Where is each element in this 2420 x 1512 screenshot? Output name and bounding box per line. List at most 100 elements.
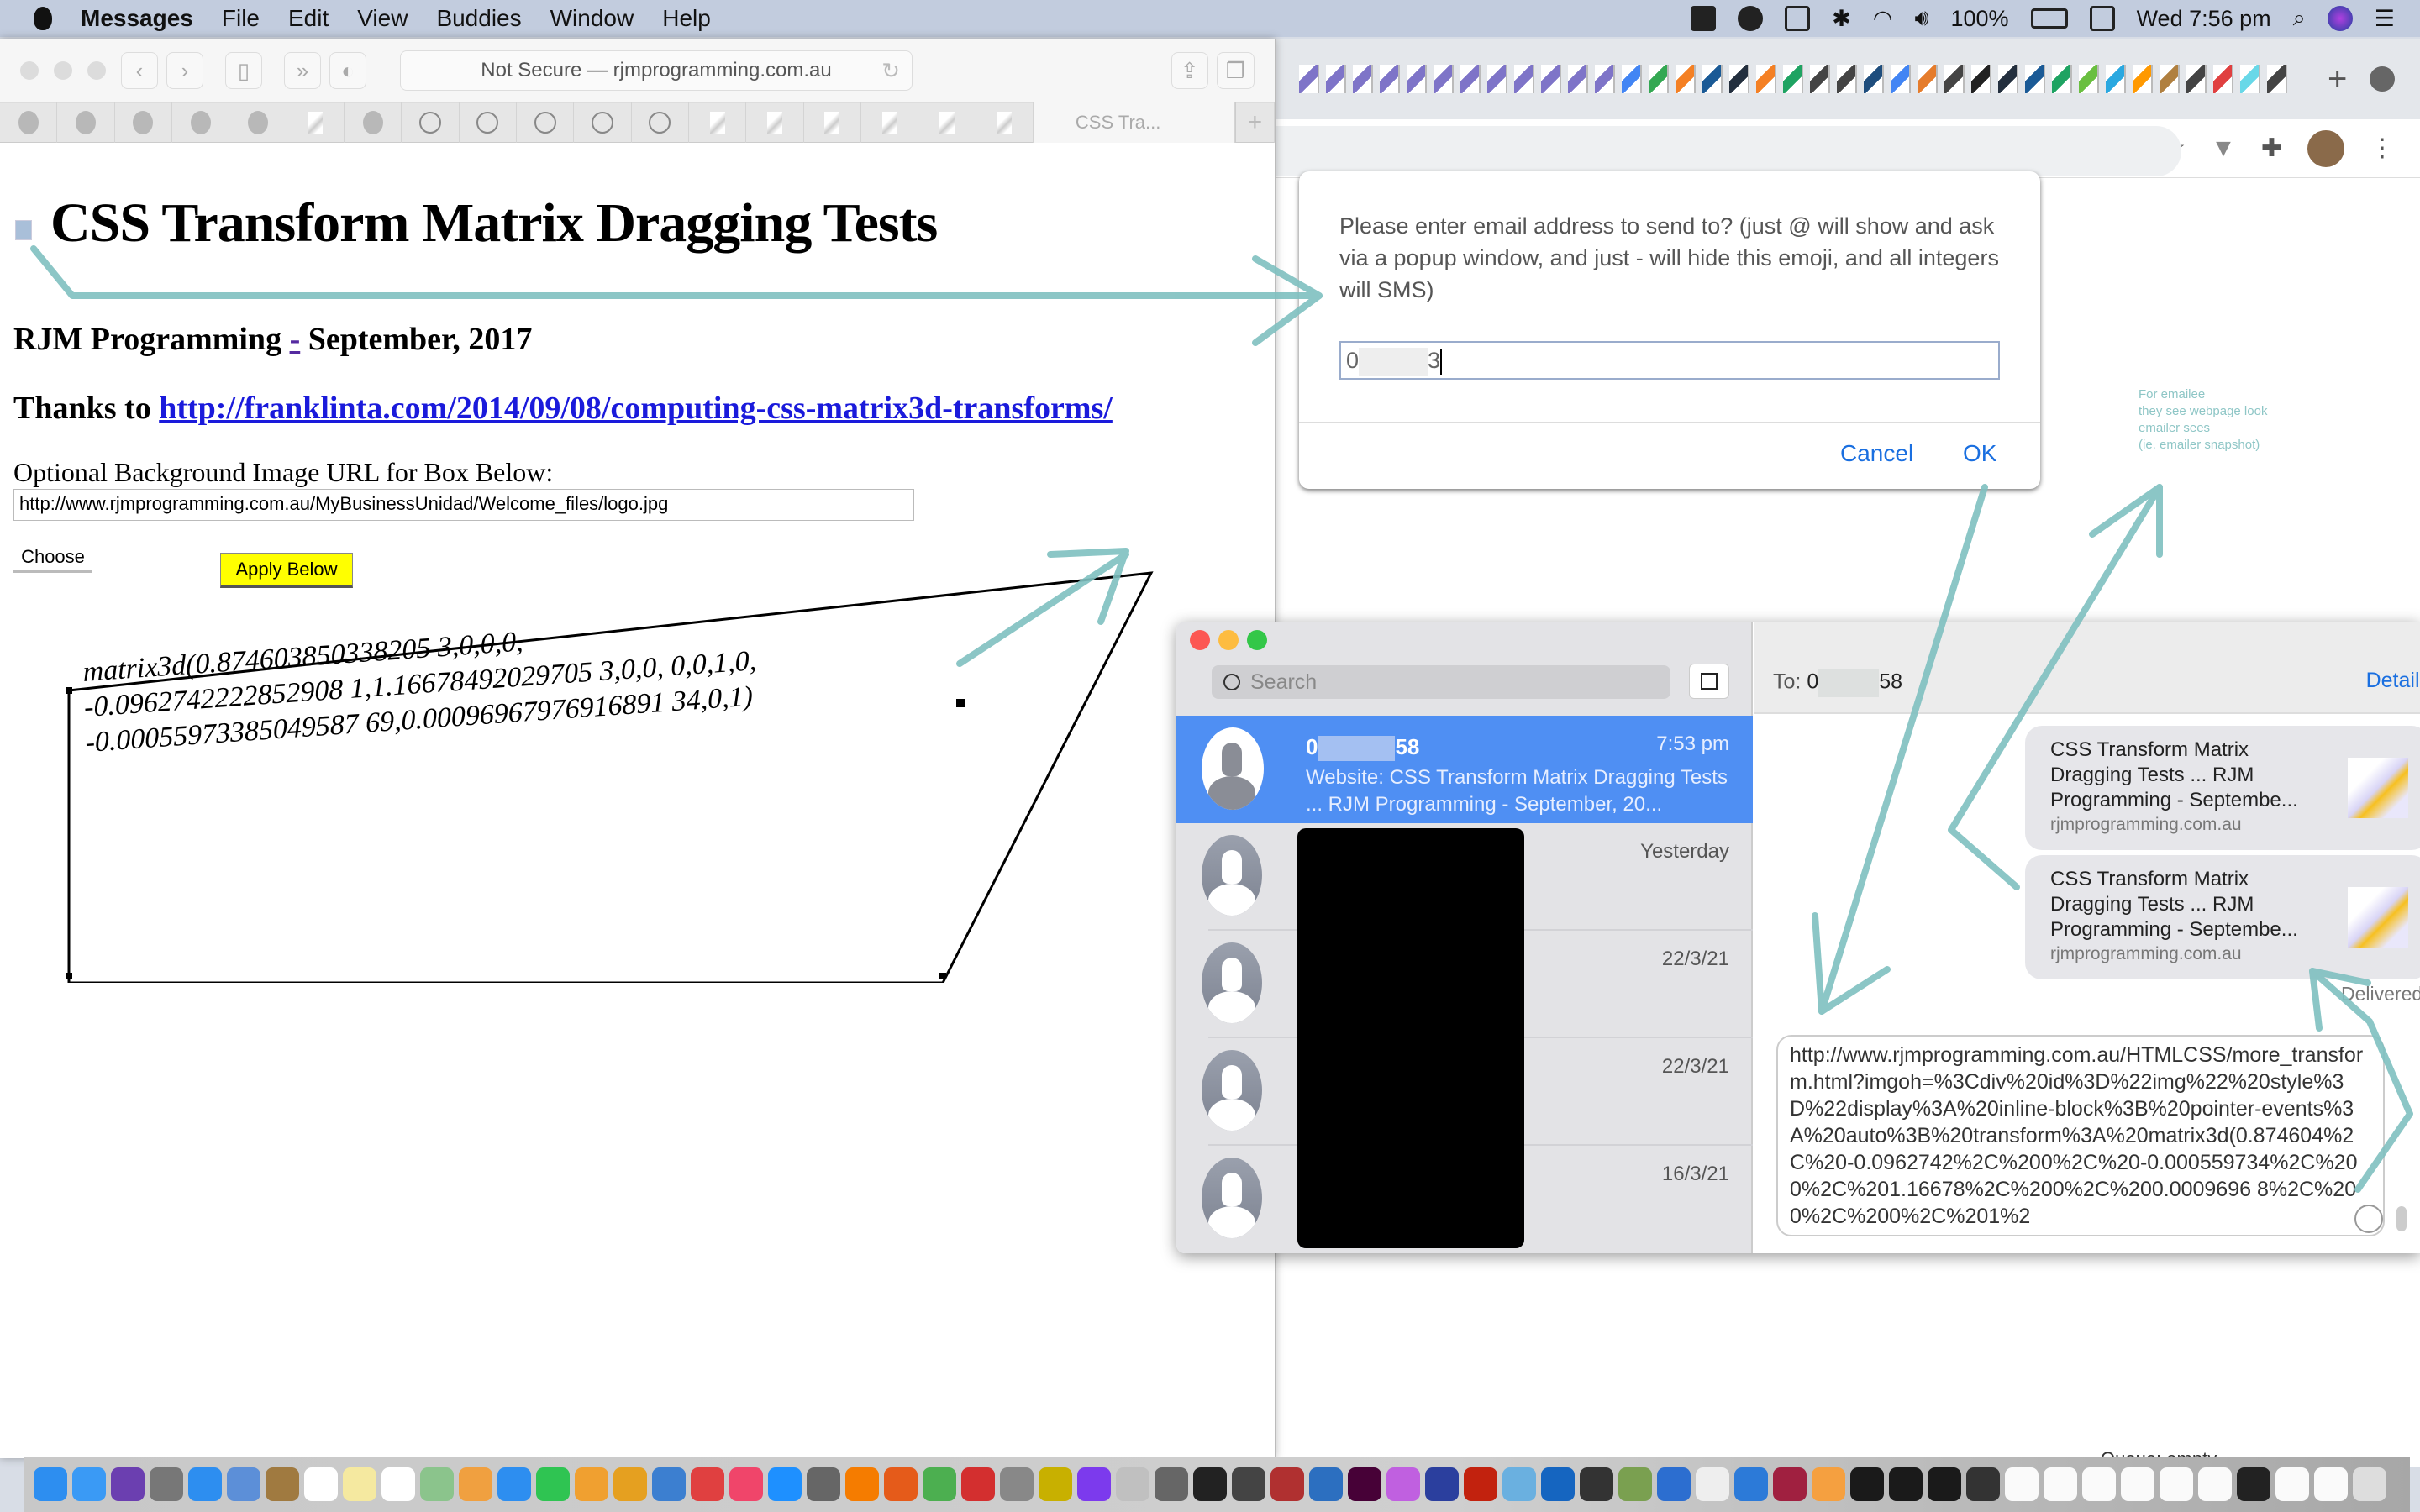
chrome-tab-favicon-icon[interactable] [1971,65,1991,93]
tab-page[interactable] [804,102,861,143]
malwarebytes-icon[interactable] [1738,6,1764,31]
dock-terminal-icon[interactable] [1928,1467,1961,1501]
dock-finder-icon[interactable] [72,1467,106,1501]
drag-handle-top-left[interactable] [66,687,72,694]
chrome-tab-favicon-icon[interactable] [1460,65,1481,93]
chrome-tab-favicon-icon[interactable] [1864,65,1884,93]
ok-button[interactable]: OK [1963,440,1996,467]
dock-flashcard-icon[interactable] [1425,1467,1459,1501]
dock-launchpad-icon[interactable] [150,1467,183,1501]
dock-phpstorm-icon[interactable] [1077,1467,1111,1501]
dock-photos-icon[interactable] [459,1467,492,1501]
dock-gimp-icon[interactable] [1155,1467,1188,1501]
tab-compass[interactable] [632,102,689,143]
bluetooth-icon[interactable]: ✱ [1832,6,1851,32]
dock-xcode-icon[interactable] [1734,1467,1768,1501]
dock-wine-icon[interactable] [1773,1467,1807,1501]
microphone-icon[interactable] [2396,1206,2407,1231]
tab-compass[interactable] [402,102,460,143]
forward-button[interactable]: › [166,52,203,89]
chrome-tab-favicon-icon[interactable] [1998,65,2018,93]
dock-document-icon[interactable] [2044,1467,2077,1501]
back-button[interactable]: ‹ [121,52,158,89]
menu-edit[interactable]: Edit [288,5,329,32]
dock-notefile-icon[interactable] [266,1467,299,1501]
close-button[interactable] [1190,630,1210,650]
tab-search-icon[interactable] [2370,66,2395,92]
dock-printer-icon[interactable] [1966,1467,2000,1501]
details-button[interactable]: Details [2366,669,2420,693]
chrome-tab-favicon-icon[interactable] [1434,65,1454,93]
message-composer[interactable]: http://www.rjmprogramming.com.au/HTMLCSS… [1776,1035,2385,1236]
minimize-button[interactable] [1218,630,1239,650]
tab-compass[interactable] [460,102,517,143]
chrome-tab-favicon-icon[interactable] [2133,65,2153,93]
dock-document-icon[interactable] [2160,1467,2193,1501]
tab-compass[interactable] [574,102,632,143]
chrome-tab-favicon-icon[interactable] [1702,65,1723,93]
tab-active[interactable]: CSS Tra... [1033,102,1235,143]
menu-app-messages[interactable]: Messages [81,5,193,32]
chrome-tab-favicon-icon[interactable] [2106,65,2126,93]
dock-brackets-icon[interactable] [1618,1467,1652,1501]
dock-pages-icon[interactable] [575,1467,608,1501]
tab-elephant[interactable] [57,102,115,143]
dock-document-icon[interactable] [2082,1467,2116,1501]
chrome-tab-favicon-icon[interactable] [1783,65,1803,93]
recipient-field[interactable]: To: 0 58 [1773,669,1902,697]
dock-document-icon[interactable] [2198,1467,2232,1501]
chrome-tab-favicon-icon[interactable] [1514,65,1534,93]
chrome-tab-favicon-icon[interactable] [2267,65,2287,93]
tab-page[interactable] [287,102,345,143]
chrome-tab-favicon-icon[interactable] [1649,65,1669,93]
tab-elephant[interactable] [172,102,230,143]
dock-opera-icon[interactable] [961,1467,995,1501]
dock-keynote-icon[interactable] [652,1467,686,1501]
conversation-item[interactable]: 0 58 7:53 pm Website: CSS Transform Matri… [1176,716,1753,823]
chrome-tab-favicon-icon[interactable] [1299,65,1319,93]
dock-chrome-icon[interactable] [923,1467,956,1501]
extensions-icon[interactable]: ✚ [2261,134,2282,163]
tab-page[interactable] [976,102,1034,143]
dock-mail-icon[interactable] [227,1467,260,1501]
chrome-tab-favicon-icon[interactable] [1810,65,1830,93]
volume-icon[interactable]: 🔊︎ [1914,5,1928,32]
dock-terminal-icon[interactable] [1889,1467,1923,1501]
menu-file[interactable]: File [222,5,260,32]
dock-document-icon[interactable] [2005,1467,2039,1501]
avast-icon[interactable] [1691,6,1717,31]
dock-textedit-icon[interactable] [1696,1467,1729,1501]
chrome-tab-favicon-icon[interactable] [1326,65,1346,93]
tab-page[interactable] [746,102,804,143]
notification-center-icon[interactable]: ☰ [2375,6,2395,32]
zoom-button[interactable] [87,61,106,80]
dock-news-icon[interactable] [691,1467,724,1501]
dock-terminal-icon[interactable] [1193,1467,1227,1501]
zoom-button[interactable] [1247,630,1267,650]
apple-menu-icon[interactable] [34,7,52,30]
chrome-tab-favicon-icon[interactable] [1622,65,1642,93]
chrome-tab-favicon-icon[interactable] [1676,65,1696,93]
dock-trash-icon[interactable] [2353,1467,2386,1501]
clock[interactable]: Wed 7:56 pm [2137,6,2271,32]
chrome-address-bar[interactable] [1274,126,2181,176]
chrome-tab-favicon-icon[interactable] [1837,65,1857,93]
dock-app-store-icon[interactable] [768,1467,802,1501]
dock-facetime-icon[interactable] [536,1467,570,1501]
chrome-menu-icon[interactable]: ⋮ [2370,134,2395,163]
privacy-shield-icon[interactable]: ◐ [329,52,366,89]
chrome-tab-favicon-icon[interactable] [2079,65,2099,93]
link-preview-bubble[interactable]: CSS Transform Matrix Dragging Tests ... … [2025,726,2420,850]
share-icon[interactable]: ⇪ [1171,52,1208,89]
dock-inkscape-icon[interactable] [1232,1467,1265,1501]
dock-maps-icon[interactable] [420,1467,454,1501]
dock-fontforge-icon[interactable] [1580,1467,1613,1501]
profile-avatar[interactable] [2307,129,2344,167]
dock-terminal-icon[interactable] [1850,1467,1884,1501]
menu-view[interactable]: View [357,5,408,32]
siri-icon[interactable] [2327,6,2353,31]
dock-firefox-icon[interactable] [884,1467,918,1501]
dock-filezilla-icon[interactable] [1464,1467,1497,1501]
dock-document-icon[interactable] [2121,1467,2154,1501]
dock-pixelmator-icon[interactable] [1386,1467,1420,1501]
